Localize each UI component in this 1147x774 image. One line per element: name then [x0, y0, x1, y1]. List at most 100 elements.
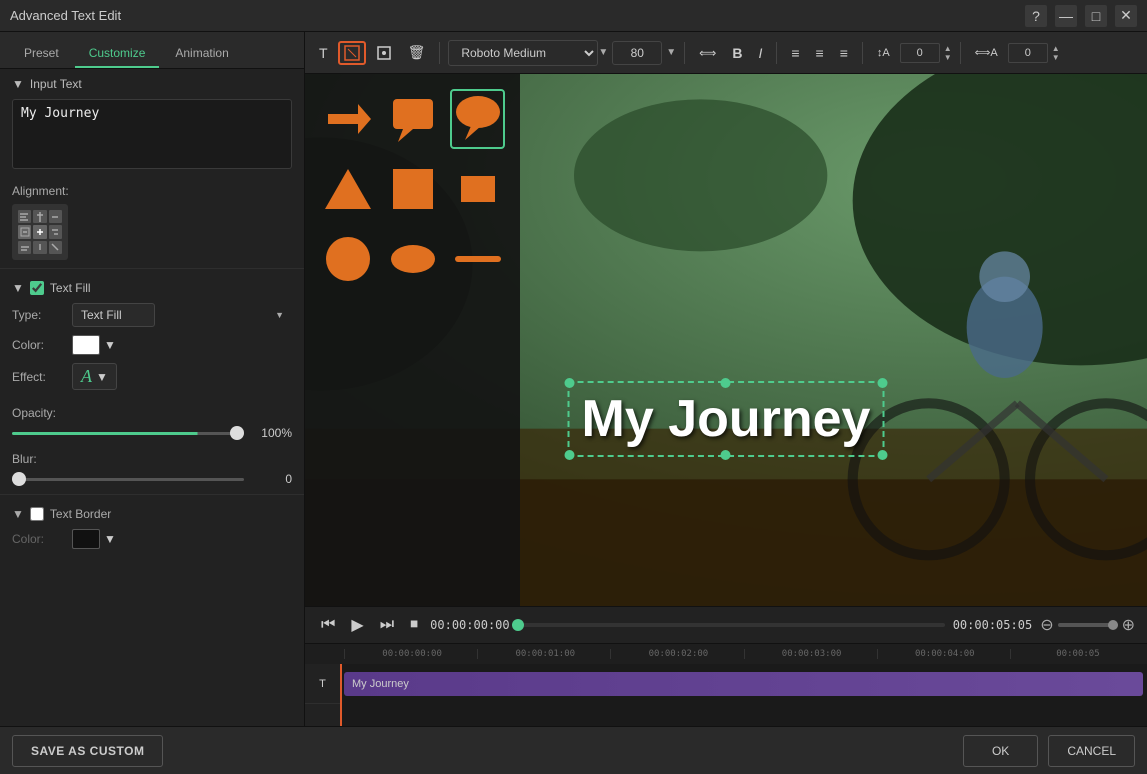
- effect-row: Effect: A ▼: [12, 363, 292, 390]
- italic-button[interactable]: I: [752, 41, 768, 65]
- zoom-control: ⊖ ⊕: [1040, 615, 1135, 635]
- align-right-button[interactable]: ≡: [834, 41, 854, 65]
- title-bar: Advanced Text Edit ? — □ ✕: [0, 0, 1147, 32]
- play-button[interactable]: ▶: [347, 613, 367, 637]
- zoom-handle[interactable]: [1108, 620, 1118, 630]
- text-border-section: ▼ Text Border Color: ▼: [0, 494, 304, 561]
- save-as-custom-button[interactable]: SAVE AS CUSTOM: [12, 735, 163, 767]
- input-text-header[interactable]: ▼ Input Text: [12, 77, 292, 91]
- shape-speech-rect[interactable]: [385, 89, 440, 149]
- shape-triangle[interactable]: [320, 159, 375, 219]
- blur-section: Blur: 0: [0, 448, 304, 494]
- type-row: Type: Text Fill Gradient Fill Image Fill: [12, 303, 292, 327]
- shape-small-rect[interactable]: [450, 159, 505, 219]
- text-border-header[interactable]: ▼ Text Border: [12, 499, 292, 529]
- text-border-checkbox[interactable]: [30, 507, 44, 521]
- align-cell-mr[interactable]: [49, 225, 62, 238]
- char-spacing-icon[interactable]: ⟺A: [969, 42, 1004, 63]
- step-forward-button[interactable]: ⏭: [376, 614, 398, 636]
- align-left-button[interactable]: ≡: [785, 41, 805, 65]
- shape-circle[interactable]: [320, 229, 375, 289]
- shape-speech-round[interactable]: [450, 89, 505, 149]
- shape-square[interactable]: [385, 159, 440, 219]
- type-label: Type:: [12, 308, 72, 322]
- blur-slider[interactable]: [12, 478, 244, 481]
- divider-2: [684, 42, 685, 64]
- type-select-wrapper: Text Fill Gradient Fill Image Fill: [72, 303, 292, 327]
- toolbar: T 🗑 Roboto Medium Arial Times New Roman …: [305, 32, 1147, 74]
- chevron-down-icon: ▼: [598, 47, 608, 58]
- letter-spacing-icon[interactable]: ⟺: [693, 42, 722, 64]
- border-color-dropdown[interactable]: ▼: [104, 532, 116, 546]
- shape-picker: [305, 74, 520, 606]
- align-cell-tr[interactable]: [49, 210, 62, 223]
- align-cell-tl[interactable]: [18, 210, 31, 223]
- ok-button[interactable]: OK: [963, 735, 1038, 767]
- opacity-slider[interactable]: [12, 432, 244, 435]
- track-content: My Journey: [340, 664, 1147, 726]
- delete-tool-button[interactable]: 🗑: [402, 40, 432, 65]
- text-fill-header[interactable]: ▼ Text Fill: [12, 273, 292, 303]
- input-text-label: Input Text: [30, 77, 82, 91]
- shape-line[interactable]: [450, 229, 505, 289]
- track-item-journey[interactable]: My Journey: [344, 672, 1143, 696]
- tab-bar: Preset Customize Animation: [0, 32, 304, 69]
- type-select[interactable]: Text Fill Gradient Fill Image Fill: [72, 303, 155, 327]
- shape-arrow[interactable]: [320, 89, 375, 149]
- zoom-slider[interactable]: [1058, 623, 1118, 627]
- char-spacing-input[interactable]: [1008, 43, 1048, 63]
- zoom-out-button[interactable]: ⊖: [1040, 615, 1053, 635]
- bottom-right-buttons: OK CANCEL: [963, 735, 1135, 767]
- align-cell-ml[interactable]: [18, 225, 31, 238]
- effect-dropdown[interactable]: ▼: [96, 370, 108, 384]
- track-label-column: T: [305, 664, 340, 726]
- left-panel: Preset Customize Animation ▼ Input Text …: [0, 32, 305, 726]
- color-swatch[interactable]: [72, 335, 100, 355]
- align-cell-br[interactable]: [49, 241, 62, 254]
- ruler-mark-4: 00:00:04:00: [877, 649, 1010, 659]
- char-spacing-stepper[interactable]: ▲▼: [1052, 44, 1060, 62]
- spacing-icon[interactable]: ↕A: [871, 43, 896, 63]
- input-text-field[interactable]: My Journey: [12, 99, 292, 169]
- close-button[interactable]: ✕: [1115, 5, 1137, 27]
- align-center-button[interactable]: ≡: [810, 41, 830, 65]
- zoom-in-button[interactable]: ⊕: [1122, 615, 1135, 635]
- text-tool-button[interactable]: T: [313, 41, 334, 65]
- line-spacing-input[interactable]: [900, 43, 940, 63]
- alignment-label: Alignment:: [12, 184, 292, 198]
- bottom-left-buttons: SAVE AS CUSTOM: [12, 735, 163, 767]
- timeline: ⏮ ▶ ⏭ ⏹ 00:00:00:00 00:00:05:05 ⊖ ⊕: [305, 606, 1147, 726]
- bold-button[interactable]: B: [726, 41, 748, 65]
- tab-customize[interactable]: Customize: [75, 40, 160, 68]
- minimize-button[interactable]: —: [1055, 5, 1077, 27]
- playhead-line: [340, 664, 342, 726]
- stop-button[interactable]: ⏹: [406, 614, 422, 636]
- text-fill-arrow: ▼: [12, 281, 24, 295]
- color-dropdown-arrow[interactable]: ▼: [104, 338, 116, 352]
- divider-1: [439, 42, 440, 64]
- align-cell-tc[interactable]: [33, 210, 46, 223]
- help-button[interactable]: ?: [1025, 5, 1047, 27]
- ruler-marks: 00:00:00:00 00:00:01:00 00:00:02:00 00:0…: [344, 649, 1143, 659]
- skip-back-button[interactable]: ⏮: [317, 614, 339, 636]
- maximize-button[interactable]: □: [1085, 5, 1107, 27]
- timeline-controls: ⏮ ▶ ⏭ ⏹ 00:00:00:00 00:00:05:05 ⊖ ⊕: [305, 607, 1147, 644]
- cancel-button[interactable]: CANCEL: [1048, 735, 1135, 767]
- shape-tool-button[interactable]: [338, 41, 366, 65]
- font-size-input[interactable]: [612, 41, 662, 65]
- transform-tool-button[interactable]: [370, 41, 398, 65]
- timeline-progress-bar[interactable]: [518, 623, 945, 627]
- alignment-section: Alignment:: [0, 180, 304, 268]
- tab-animation[interactable]: Animation: [161, 40, 242, 68]
- text-fill-checkbox[interactable]: [30, 281, 44, 295]
- align-cell-bc[interactable]: [33, 241, 46, 254]
- spacing-stepper[interactable]: ▲▼: [944, 44, 952, 62]
- border-color-swatch[interactable]: [72, 529, 100, 549]
- align-cell-bl[interactable]: [18, 241, 31, 254]
- progress-dot[interactable]: [512, 619, 524, 631]
- shape-oval[interactable]: [385, 229, 440, 289]
- font-select[interactable]: Roboto Medium Arial Times New Roman: [448, 40, 598, 66]
- effect-box[interactable]: A ▼: [72, 363, 117, 390]
- tab-preset[interactable]: Preset: [10, 40, 73, 68]
- align-cell-mc[interactable]: [33, 225, 46, 238]
